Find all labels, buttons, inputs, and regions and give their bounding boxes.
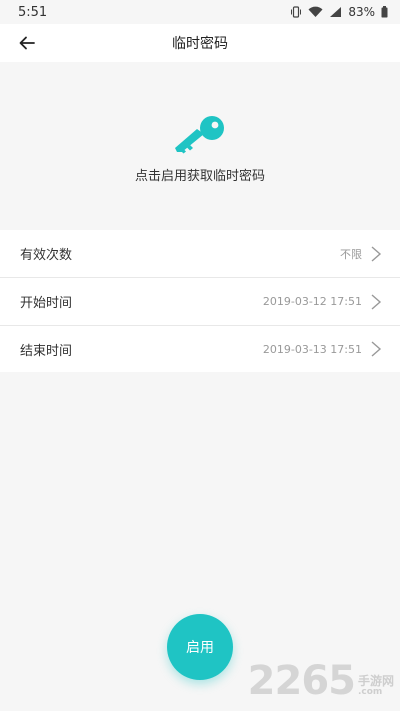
vibrate-icon — [290, 6, 302, 18]
setting-value: 2019-03-12 17:51 — [262, 295, 362, 308]
chevron-right-icon — [371, 293, 382, 310]
wifi-icon — [308, 6, 323, 18]
back-button[interactable] — [12, 29, 42, 57]
setting-value: 2019-03-13 17:51 — [262, 342, 362, 356]
watermark-domain: .com — [357, 687, 383, 698]
arrow-left-icon — [19, 36, 35, 50]
signal-icon — [329, 6, 342, 18]
setting-label: 开始时间 — [20, 296, 73, 311]
setting-row-usage-count[interactable]: 有效次数 不限 — [0, 230, 400, 278]
watermark-logo: 2265 手游网 .com — [248, 661, 394, 701]
setting-row-end-time[interactable]: 结束时间 2019-03-13 17:51 — [0, 326, 400, 372]
watermark-side: 手游网 .com — [357, 674, 394, 698]
hero-section: 点击启用获取临时密码 — [0, 62, 400, 230]
key-icon — [175, 116, 224, 154]
watermark-number: 2265 — [247, 658, 356, 704]
battery-percent: 83% — [348, 5, 375, 19]
screen: 5:51 83% 临时密码 点击启用获取临时密码 有效次数 不限 开始时间 20… — [0, 0, 400, 711]
hero-hint: 点击启用获取临时密码 — [134, 169, 265, 184]
enable-button[interactable]: 启用 — [167, 614, 233, 680]
status-bar: 5:51 83% — [0, 0, 400, 24]
setting-value: 不限 — [340, 247, 362, 261]
chevron-right-icon — [371, 341, 382, 357]
setting-label: 有效次数 — [20, 248, 73, 263]
battery-icon — [381, 6, 388, 18]
settings-list: 有效次数 不限 开始时间 2019-03-12 17:51 结束时间 2019-… — [0, 230, 400, 372]
setting-label: 结束时间 — [20, 343, 73, 359]
status-time: 5:51 — [18, 4, 48, 20]
chevron-right-icon — [371, 245, 382, 262]
page-title: 临时密码 — [172, 36, 228, 52]
status-indicators: 83% — [290, 5, 388, 19]
setting-row-start-time[interactable]: 开始时间 2019-03-12 17:51 — [0, 278, 400, 326]
app-header: 临时密码 — [0, 24, 400, 62]
